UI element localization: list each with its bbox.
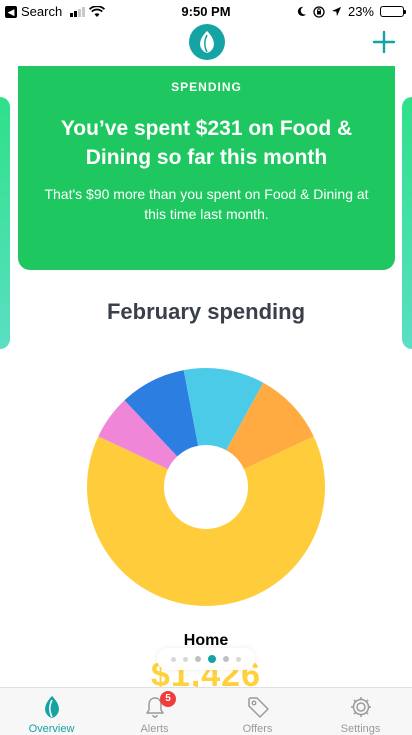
- tab-label: Overview: [28, 723, 75, 735]
- tab-bar: Overview 5 Alerts Offers Settings: [0, 687, 412, 735]
- tab-overview[interactable]: Overview: [0, 688, 103, 735]
- chart-title: February spending: [106, 299, 306, 324]
- app-screen: ◀ Search 9:50 PM 23% SPENDING You’ve spe…: [0, 0, 412, 735]
- insight-headline: You’ve spent $231 on Food & Dining so fa…: [60, 117, 353, 169]
- battery-icon: [380, 6, 406, 17]
- moon-icon: [297, 6, 307, 17]
- pager-dot[interactable]: [183, 656, 188, 662]
- tab-label: Settings: [340, 723, 381, 735]
- pager-dot[interactable]: [236, 656, 241, 662]
- location-icon: [331, 6, 342, 17]
- alerts-badge: 5: [160, 691, 176, 707]
- orientation-lock-icon: [313, 5, 325, 18]
- donut-slice-0[interactable]: [87, 436, 325, 606]
- carousel-pager[interactable]: [157, 648, 255, 670]
- leaf-logo-icon: [200, 31, 214, 53]
- status-bar: ◀ Search 9:50 PM 23%: [0, 0, 412, 24]
- plus-icon: [372, 30, 396, 54]
- leaf-icon: [44, 696, 59, 718]
- gear-icon: [350, 697, 371, 717]
- battery-percent: 23%: [347, 4, 374, 19]
- pager-dot[interactable]: [171, 656, 176, 662]
- pager-dot[interactable]: [195, 656, 201, 662]
- pager-dot[interactable]: [208, 655, 216, 663]
- tag-icon: [247, 697, 269, 718]
- app-logo: [189, 24, 225, 60]
- tab-label: Offers: [242, 723, 273, 735]
- add-button[interactable]: [370, 28, 398, 56]
- insight-eyebrow: SPENDING: [171, 80, 242, 94]
- pager-dot[interactable]: [223, 656, 229, 662]
- spending-donut-chart[interactable]: [81, 362, 331, 612]
- tab-alerts[interactable]: 5 Alerts: [103, 688, 206, 735]
- tab-label: Alerts: [140, 723, 169, 735]
- app-header: [0, 24, 412, 66]
- tab-settings[interactable]: Settings: [309, 688, 412, 735]
- spending-insight-card[interactable]: SPENDING You’ve spent $231 on Food & Din…: [18, 66, 395, 270]
- tab-offers[interactable]: Offers: [206, 688, 309, 735]
- insight-subtext: That's $90 more than you spent on Food &…: [44, 186, 369, 222]
